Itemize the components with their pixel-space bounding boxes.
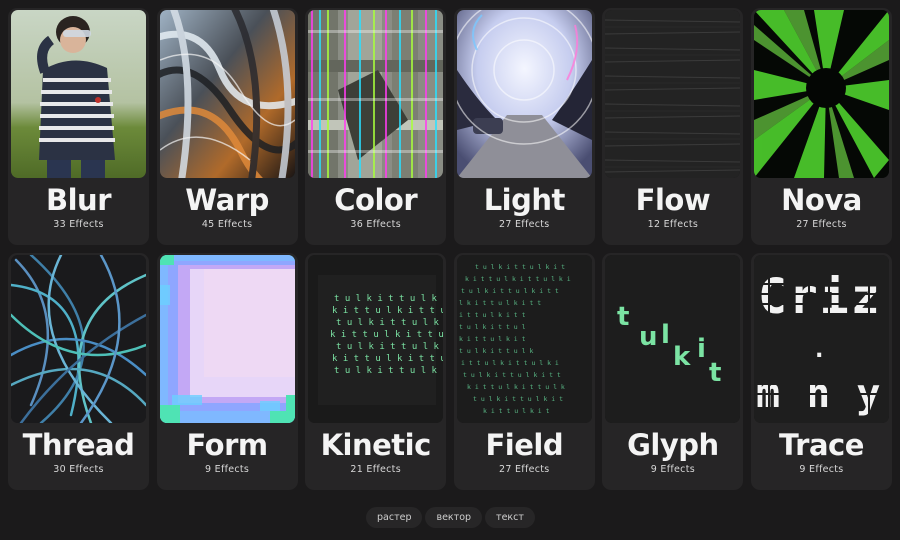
kinetic-text-line: k i t t u l k i t t u l k i t [332,354,443,364]
tab-vector[interactable]: вектор [425,507,483,528]
trace-text-line: . [812,335,826,363]
form-preview-image [159,255,295,423]
svg-text:i t t u l k i t t: i t t u l k i t t [459,311,526,319]
card-glyph[interactable]: t u l k i t Glyph 9 Effects [602,253,744,490]
effects-grid: Blur 33 Effects Warp 45 Effects Color 36… [8,8,892,490]
svg-text:t u l k i t t u l k i t t: t u l k i t t u l k i t t [461,287,559,295]
card-effect-count: 9 Effects [650,464,695,475]
card-title: Nova [781,183,862,217]
kinetic-preview-image: t u l k i t t u l k i t t u l k i t t u … [308,255,444,423]
glyph-letter: t [617,302,629,332]
svg-text:t u l k i t t u l k: t u l k i t t u l k [459,347,533,355]
svg-text:k i t t u l k i t t u l k i: k i t t u l k i t t u l k i [465,275,571,283]
tab-text[interactable]: текст [485,507,535,528]
glyph-letter: t [709,358,721,388]
card-form[interactable]: Form 9 Effects [156,253,298,490]
card-effect-count: 30 Effects [53,464,104,475]
card-title: Warp [185,183,269,217]
light-preview-image [456,10,592,178]
card-title: Field [485,428,564,462]
card-effect-count: 27 Effects [796,219,847,230]
card-color[interactable]: Color 36 Effects [305,8,447,245]
card-field[interactable]: t u l k i t t u l k i t k i t t u l k i … [453,253,595,490]
kinetic-text-line: t u l k i t t u l k i t t u l [334,294,443,304]
glyph-preview-image: t u l k i t [605,255,741,423]
svg-text:k i t t u l k i t: k i t t u l k i t [459,335,526,343]
card-effect-count: 9 Effects [204,464,250,475]
card-flow[interactable]: Flow 12 Effects [602,8,744,245]
trace-text-line: Criz [758,269,882,325]
glyph-letter: l [661,320,670,350]
card-title: Form [186,428,269,462]
svg-text:t u l k i t t u l k i t: t u l k i t t u l k i t [473,395,563,403]
kinetic-text-line: t u l k i t t u l k i t t u l [334,366,443,376]
warp-preview-image [159,10,295,178]
card-effect-count: 27 Effects [499,464,550,475]
card-title: Color [334,183,418,217]
card-trace[interactable]: Criz . m n y Trace 9 Effects [750,253,892,490]
svg-text:t u l k i t t u l: t u l k i t t u l [459,323,526,331]
nova-preview-image [753,10,889,178]
blur-preview-image [11,10,146,178]
trace-preview-image: Criz . m n y [753,255,889,423]
card-title: Thread [22,428,135,462]
card-effect-count: 9 Effects [799,464,844,475]
card-warp[interactable]: Warp 45 Effects [156,8,298,245]
card-light[interactable]: Light 27 Effects [453,8,595,245]
card-effect-count: 21 Effects [350,464,401,475]
svg-text:t u l k i t t u l k i t t: t u l k i t t u l k i t t [463,371,561,379]
category-tabs: растер вектор текст [366,507,535,528]
card-title: Light [483,183,566,217]
card-thread[interactable]: Thread 30 Effects [8,253,149,490]
card-effect-count: 12 Effects [647,219,699,230]
kinetic-text-line: t u l k i t t u l k i t t u l [336,318,443,328]
thread-preview-image [11,255,146,423]
card-effect-count: 45 Effects [201,219,253,230]
card-nova[interactable]: Nova 27 Effects [750,8,892,245]
kinetic-text-line: k i t t u l k i t t u l k i t [332,306,443,316]
glyph-letter: k [673,342,691,372]
card-title: Trace [779,428,864,462]
card-title: Glyph [627,428,719,462]
tab-raster[interactable]: растер [366,507,423,528]
card-kinetic[interactable]: t u l k i t t u l k i t t u l k i t t u … [305,253,447,490]
card-title: Kinetic [320,428,432,462]
svg-text:l k i t t u l k i t t: l k i t t u l k i t t [459,299,541,307]
svg-text:k i t t u l k i t t u l k: k i t t u l k i t t u l k [467,383,565,391]
card-title: Blur [46,183,112,217]
card-effect-count: 27 Effects [499,219,550,230]
kinetic-text-line: t u l k i t t u l k i t t u l [336,342,443,352]
kinetic-text-line: k i t t u l k i t t u l k i t [330,330,443,340]
svg-text:t u l k i t t u l k i t: t u l k i t t u l k i t [475,263,565,271]
glyph-letter: u [639,322,658,352]
svg-text:k i t t u l k i t: k i t t u l k i t [483,407,550,415]
glyph-letter: i [697,334,706,364]
svg-text:i t t u l k i t t u l k i: i t t u l k i t t u l k i [461,359,559,367]
card-effect-count: 33 Effects [53,219,104,230]
flow-preview-image [605,10,741,178]
card-effect-count: 36 Effects [350,219,401,230]
color-preview-image [308,10,444,178]
card-blur[interactable]: Blur 33 Effects [8,8,149,245]
field-preview-image: t u l k i t t u l k i t k i t t u l k i … [456,255,592,423]
card-title: Flow [635,183,711,217]
